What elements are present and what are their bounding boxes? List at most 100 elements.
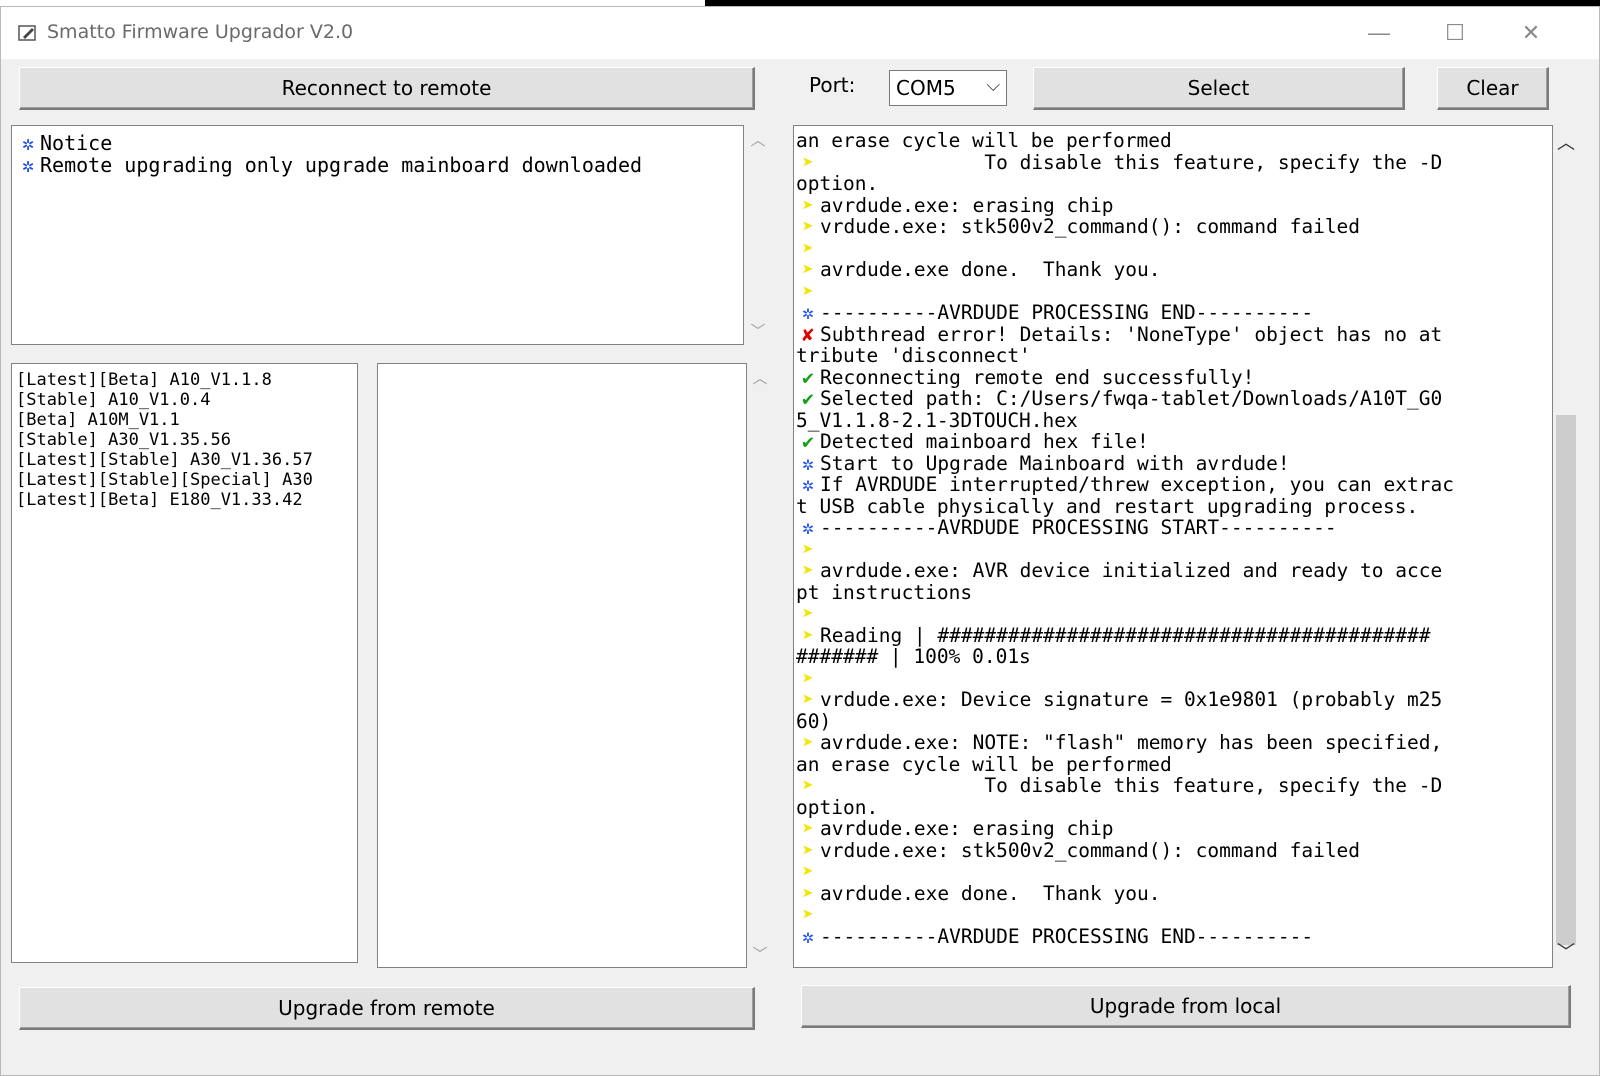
list-item[interactable]: [Stable] A10_V1.0.4 <box>16 390 210 410</box>
list-item[interactable]: [Latest][Beta] A10_V1.1.8 <box>16 370 272 390</box>
log-line: ➤ vrdude.exe: Device signature = 0x1e9801… <box>796 689 1442 711</box>
log-line: ✲ ----------AVRDUDE PROCESSING END-------… <box>796 924 1313 948</box>
log-line: ➤ To disable this feature, specify the -… <box>796 775 1442 797</box>
gear-info-icon: ✲ <box>21 153 35 177</box>
upgrade-local-button[interactable]: Upgrade from local <box>801 985 1571 1028</box>
log-line-text: Notice <box>40 131 113 155</box>
log-panel[interactable]: an erase cycle will be performed ➤ To dis… <box>793 125 1553 968</box>
log-line: ➤ <box>796 666 820 690</box>
log-line: ➤ avrdude.exe: AVR device initialized and… <box>796 560 1442 582</box>
title-bar: Smatto Firmware Upgrador V2.0 — ☐ ✕ <box>1 7 1599 59</box>
log-line: ####### | 100% 0.01s <box>796 646 1031 668</box>
log-line-text: ----------AVRDUDE PROCESSING END--------… <box>820 301 1314 324</box>
log-line-text: Detected mainboard hex file! <box>820 430 1149 453</box>
log-line: ➤ avrdude.exe done. Thank you. <box>796 881 1161 905</box>
arrow-right-icon: ➤ <box>802 774 814 797</box>
log-line: tribute 'disconnect' <box>796 345 1031 367</box>
log-line-text: 5_V1.1.8-2.1-3DTOUCH.hex <box>796 408 1078 432</box>
log-scrollbar[interactable]: ︿ ﹀ <box>1553 125 1579 968</box>
log-line: t USB cable physically and restart upgra… <box>796 495 1418 518</box>
log-line: ➤ <box>796 279 820 303</box>
arrow-right-icon: ➤ <box>802 903 814 926</box>
arrow-right-icon: ➤ <box>802 258 814 281</box>
log-line: ➤ vrdude.exe: stk500v2_command(): command… <box>796 838 1361 862</box>
notice-scrollbar[interactable]: ︿ ﹀ <box>747 125 769 345</box>
list-item[interactable]: [Latest][Stable][Special] A30 <box>16 470 313 490</box>
log-line: ✲ Start to Upgrade Mainboard with avrdude… <box>796 452 1289 475</box>
window-title: Smatto Firmware Upgrador V2.0 <box>47 21 354 43</box>
log-line: ➤ avrdude.exe: NOTE: "flash" memory has b… <box>796 732 1442 754</box>
scroll-down-icon[interactable]: ﹀ <box>747 320 769 341</box>
gear-info-icon: ✲ <box>802 924 814 948</box>
arrow-right-icon: ➤ <box>802 150 814 174</box>
gear-info-icon: ✲ <box>802 516 814 539</box>
arrow-right-icon: ➤ <box>802 602 814 625</box>
log-line: ➤ avrdude.exe: erasing chip <box>796 194 1113 217</box>
log-line-text: To disable this feature, specify the -D <box>820 774 1443 797</box>
log-line-text: avrdude.exe: AVR device initialized and … <box>820 559 1443 582</box>
log-line-text: avrdude.exe: NOTE: "flash" memory has be… <box>820 731 1443 754</box>
list-item[interactable]: [Beta] A10M_V1.1 <box>16 410 180 430</box>
arrow-right-icon: ➤ <box>802 279 814 303</box>
log-line: 60) <box>796 709 832 733</box>
log-line-text: 60) <box>796 709 832 733</box>
select-button[interactable]: Select <box>1033 67 1405 110</box>
arrow-right-icon: ➤ <box>802 666 814 690</box>
close-button[interactable]: ✕ <box>1501 7 1561 59</box>
notice-panel[interactable]: ✲ Notice ✲ Remote upgrading only upgrade ma… <box>11 125 744 345</box>
checkmark-icon: ✔ <box>802 365 814 389</box>
log-line: ✘ Subthread error! Details: 'NoneType' ob… <box>796 322 1442 346</box>
log-line: ➤ <box>796 237 820 260</box>
log-line: option. <box>796 795 879 819</box>
log-line: ➤ Reading | #############################… <box>796 623 1431 647</box>
log-line-text: avrdude.exe done. Thank you. <box>820 881 1161 905</box>
arrow-right-icon: ➤ <box>802 623 814 647</box>
arrow-right-icon: ➤ <box>802 731 814 754</box>
log-line-text: tribute 'disconnect' <box>796 344 1031 367</box>
log-line-text: ----------AVRDUDE PROCESSING START------… <box>820 516 1337 539</box>
scroll-down-icon[interactable]: ﹀ <box>1553 938 1579 964</box>
list-item[interactable]: [Latest][Stable] A30_V1.36.57 <box>16 450 313 470</box>
log-line-text: Remote upgrading only upgrade mainboard … <box>40 153 643 177</box>
error-x-icon: ✘ <box>802 322 814 346</box>
clear-button[interactable]: Clear <box>1437 67 1549 110</box>
scroll-up-icon[interactable]: ︿ <box>749 367 771 388</box>
arrow-right-icon: ➤ <box>802 688 814 711</box>
scroll-up-icon[interactable]: ︿ <box>747 129 769 150</box>
list-item[interactable]: [Latest][Beta] E180_V1.33.42 <box>16 490 303 510</box>
firmware-scrollbar[interactable]: ︿ ﹀ <box>749 363 771 968</box>
reconnect-button[interactable]: Reconnect to remote <box>19 67 755 110</box>
firmware-list[interactable]: [Latest][Beta] A10_V1.1.8 [Stable] A10_V1… <box>11 363 358 963</box>
log-line-text: Selected path: C:/Users/fwqa-tablet/Down… <box>820 387 1443 410</box>
app-window: Smatto Firmware Upgrador V2.0 — ☐ ✕ Reco… <box>0 6 1600 1076</box>
scroll-up-icon[interactable]: ︿ <box>1553 129 1579 155</box>
log-line-text: vrdude.exe: stk500v2_command(): command … <box>820 838 1361 862</box>
port-select[interactable]: COM5 ⌵ <box>889 70 1007 106</box>
log-line: ➤ avrdude.exe done. Thank you. <box>796 259 1160 281</box>
arrow-right-icon: ➤ <box>802 817 814 840</box>
log-line: ➤ vrdude.exe: stk500v2_command(): command… <box>796 216 1360 238</box>
log-line: an erase cycle will be performed <box>796 753 1172 776</box>
arrow-right-icon: ➤ <box>802 838 814 862</box>
upgrade-remote-button[interactable]: Upgrade from remote <box>19 987 755 1030</box>
log-line-text: vrdude.exe: stk500v2_command(): command … <box>820 215 1361 238</box>
log-line: option. <box>796 173 878 195</box>
log-line-text: option. <box>796 795 879 819</box>
list-item[interactable]: [Stable] A30_V1.35.56 <box>16 430 231 450</box>
log-line-text: option. <box>796 172 879 195</box>
checkmark-icon: ✔ <box>802 430 814 453</box>
minimize-button[interactable]: — <box>1349 7 1409 59</box>
log-line-text: vrdude.exe: Device signature = 0x1e9801 … <box>820 688 1443 711</box>
log-line: pt instructions <box>796 581 972 604</box>
checkmark-icon: ✔ <box>802 387 814 410</box>
log-line-text: Reading | ##############################… <box>820 623 1431 647</box>
log-line: ✲ Remote upgrading only upgrade mainboard… <box>16 154 642 176</box>
log-scroll-thumb[interactable] <box>1556 415 1576 945</box>
scroll-down-icon[interactable]: ﹀ <box>749 943 771 964</box>
maximize-button[interactable]: ☐ <box>1425 7 1485 59</box>
log-line: ✲ Notice <box>16 132 112 154</box>
log-line: ➤ <box>796 904 820 926</box>
firmware-detail-panel[interactable] <box>377 363 747 968</box>
log-line: ✔ Selected path: C:/Users/fwqa-tablet/Dow… <box>796 388 1442 410</box>
log-line-text: avrdude.exe: erasing chip <box>820 817 1114 840</box>
